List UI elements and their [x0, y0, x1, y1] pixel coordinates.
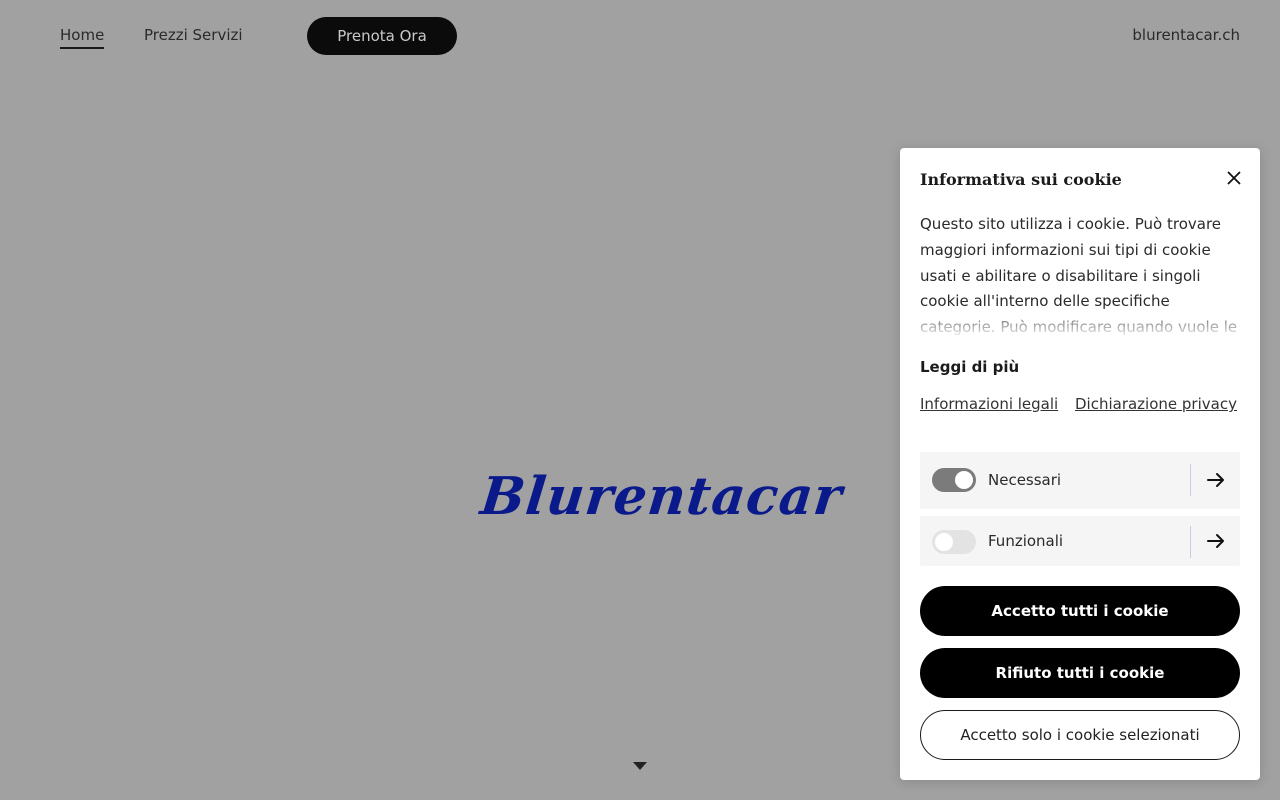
- cookie-banner: Informativa sui cookie Questo sito utili…: [900, 148, 1260, 780]
- necessari-toggle[interactable]: [932, 468, 976, 492]
- site-domain: blurentacar.ch: [1132, 26, 1240, 44]
- arrow-right-icon: [1207, 534, 1224, 548]
- site-header: Home Prezzi Servizi Prenota Ora blurenta…: [0, 0, 1280, 72]
- close-icon: [1227, 171, 1241, 185]
- cookie-description: Questo sito utilizza i cookie. Può trova…: [920, 212, 1240, 336]
- prenota-ora-button[interactable]: Prenota Ora: [307, 17, 457, 55]
- accept-selected-button[interactable]: Accetto solo i cookie selezionati: [920, 710, 1240, 760]
- divider: [1190, 464, 1191, 496]
- nav-prezzi-servizi-link[interactable]: Prezzi Servizi: [144, 26, 243, 44]
- legal-links: Informazioni legali Dichiarazione privac…: [920, 392, 1240, 416]
- hero-logo: Blurentacar: [477, 466, 846, 527]
- category-necessari: Necessari: [920, 452, 1240, 509]
- necessari-expand-button[interactable]: [1202, 466, 1230, 494]
- toggle-knob: [955, 471, 973, 489]
- divider: [1190, 526, 1191, 558]
- caret-down-icon[interactable]: [633, 762, 647, 770]
- accept-all-button[interactable]: Accetto tutti i cookie: [920, 586, 1240, 636]
- close-button[interactable]: [1222, 166, 1246, 190]
- category-funzionali: Funzionali: [920, 516, 1240, 566]
- funzionali-toggle[interactable]: [932, 530, 976, 554]
- category-label: Necessari: [988, 471, 1062, 489]
- cookie-title: Informativa sui cookie: [920, 170, 1122, 189]
- privacy-link[interactable]: Dichiarazione privacy: [1075, 395, 1237, 413]
- toggle-knob: [935, 533, 953, 551]
- funzionali-expand-button[interactable]: [1202, 527, 1230, 555]
- category-label: Funzionali: [988, 532, 1064, 550]
- legal-info-link[interactable]: Informazioni legali: [920, 395, 1058, 413]
- arrow-right-icon: [1207, 473, 1224, 487]
- nav-home-link[interactable]: Home: [60, 26, 105, 49]
- reject-all-button[interactable]: Rifiuto tutti i cookie: [920, 648, 1240, 698]
- read-more-heading: Leggi di più: [920, 358, 1020, 376]
